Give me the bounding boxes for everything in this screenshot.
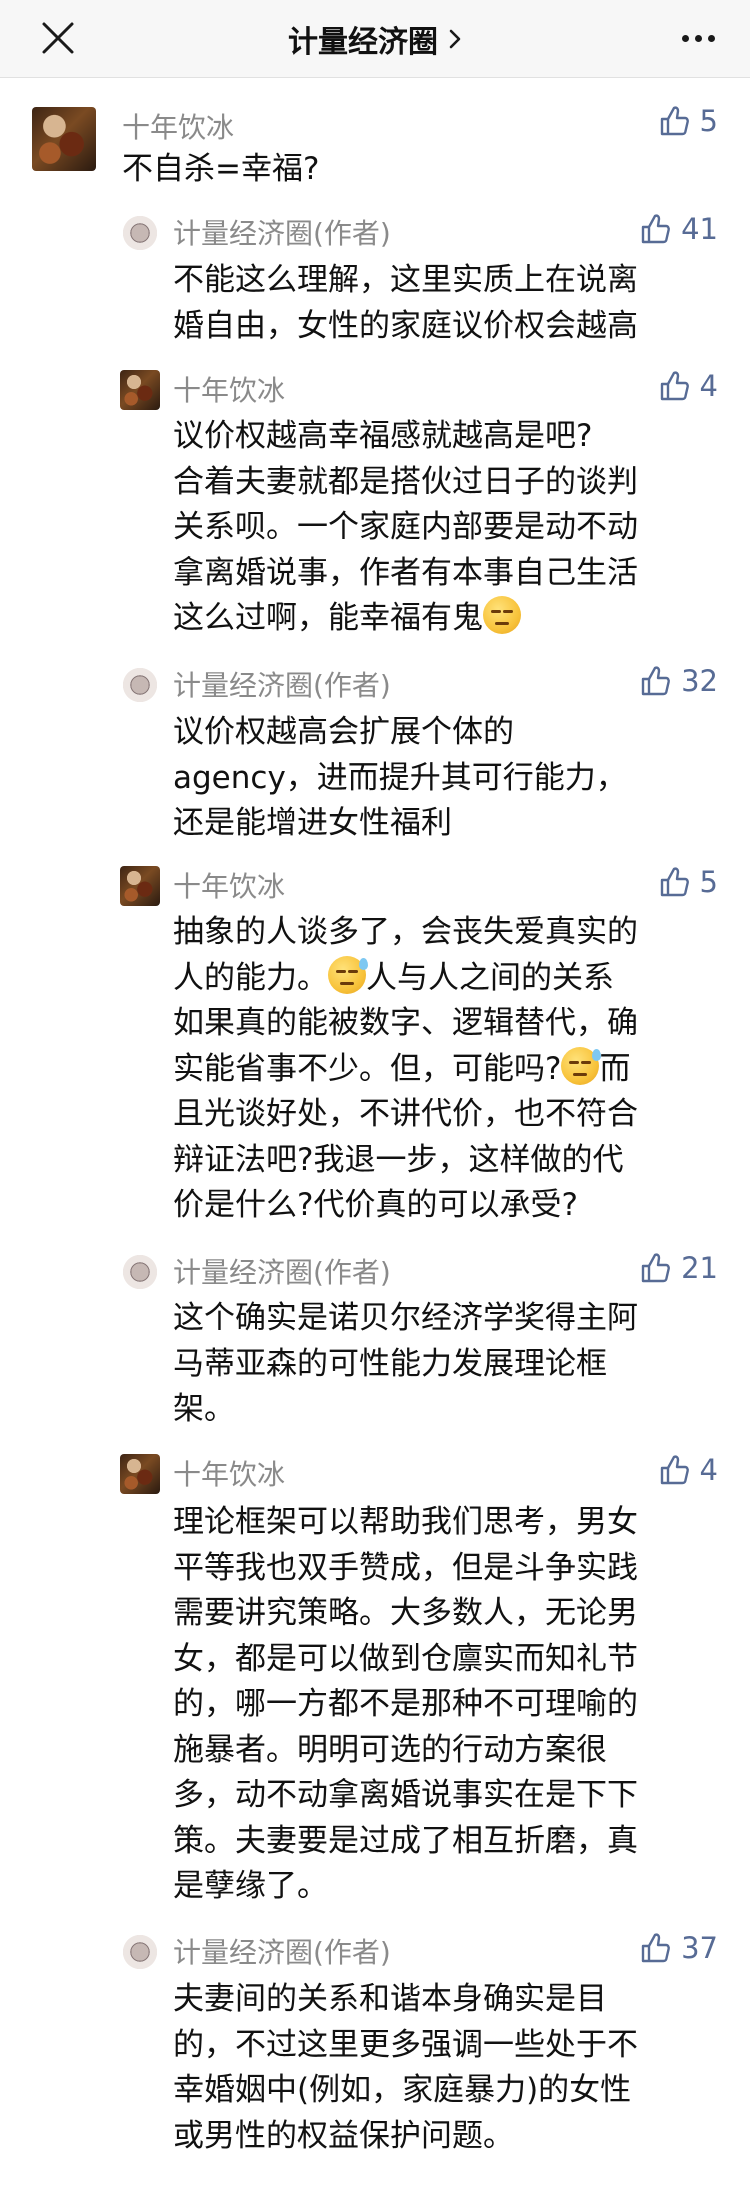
reply-author-name[interactable]: 十年饮冰 [173,865,285,905]
like-count: 4 [699,369,718,403]
like-button[interactable]: 21 [639,1251,718,1285]
thumbs-up-icon [660,867,689,897]
text-line: 抽象的人谈多了，会丧失爱真实的 [173,914,638,950]
like-count: 5 [699,104,718,138]
text-line: 关系呗。一个家庭内部要是动不动 [173,509,638,545]
close-icon [42,22,74,54]
thumbs-up-icon [641,666,670,696]
like-button[interactable]: 5 [658,104,718,138]
top-nav-bar: 计量经济圈 [0,0,750,78]
avatar[interactable] [120,1454,160,1494]
text-line: 策。夫妻要是过成了相互折磨，真 [173,1822,638,1859]
like-count: 41 [681,212,718,246]
more-button[interactable] [670,14,726,62]
thumbs-up-icon [641,214,670,244]
comment-author-name[interactable]: 十年饮冰 [122,106,234,146]
thumbs-up-icon [660,1455,689,1485]
like-button[interactable]: 5 [658,865,718,899]
more-dots-icon [679,34,718,42]
like-count: 5 [699,865,718,899]
text-line: 人与人之间的关系 [366,959,614,996]
avatar[interactable] [120,1252,160,1292]
page-title: 计量经济圈 [288,25,438,60]
reply-author-name[interactable]: 十年饮冰 [173,1453,285,1493]
reply-text: 抽象的人谈多了，会丧失爱真实的 人的能力。 人与人之间的关系 如果真的能被数字、逻… [173,910,638,1229]
reply-author-name[interactable]: 计量经济圈(作者) [173,664,391,704]
text-line: 价是什么?代价真的可以承受? [173,1187,578,1223]
text-line: 幸婚姻中(例如，家庭暴力)的女性 [173,2072,632,2108]
reply-author-name[interactable]: 计量经济圈(作者) [173,1931,391,1971]
reply-text: 这个确实是诺贝尔经济学奖得主阿 马蒂亚森的可性能力发展理论框 架。 [173,1296,638,1433]
like-button[interactable]: 4 [658,1453,718,1487]
text-line: 这个确实是诺贝尔经济学奖得主阿 [173,1300,638,1336]
avatar[interactable] [120,866,160,906]
comment-text: 不自杀=幸福? [122,151,320,187]
close-button[interactable] [34,14,82,62]
text-line: 这么过啊，能幸福有鬼 [173,600,483,636]
like-count: 21 [681,1251,718,1285]
reply-text: 理论框架可以帮助我们思考，男女 平等我也双手赞成，但是斗争实践 需要讲究策略。大… [173,1500,638,1910]
reply-text: 议价权越高幸福感就越高是吧? 合着夫妻就都是搭伙过日子的谈判 关系呗。一个家庭内… [173,414,638,642]
reply-text: 不能这么理解，这里实质上在说离 婚自由，女性的家庭议价权会越高 [173,258,638,349]
avatar[interactable] [32,107,96,171]
text-line: 婚自由，女性的家庭议价权会越高 [173,307,638,344]
chevron-right-icon [448,28,462,50]
text-line: 马蒂亚森的可性能力发展理论框 [173,1345,607,1382]
text-line: 人的能力。 [173,959,328,996]
text-line: 架。 [173,1391,235,1427]
text-line: 的，不过这里更多强调一些处于不 [173,2026,638,2063]
avatar[interactable] [120,370,160,410]
reply-author-name[interactable]: 计量经济圈(作者) [173,1251,391,1291]
thumbs-up-icon [660,371,689,401]
like-button[interactable]: 41 [639,212,718,246]
thumbs-up-icon [641,1933,670,1963]
like-button[interactable]: 37 [639,1931,718,1965]
text-line: 而 [599,1050,631,1087]
reply-text: 夫妻间的关系和谐本身确实是目 的，不过这里更多强调一些处于不 幸婚姻中(例如，家… [173,1977,638,2159]
reply-author-name[interactable]: 计量经济圈(作者) [173,212,391,252]
avatar[interactable] [120,665,160,705]
thumbs-up-icon [641,1253,670,1283]
avatar[interactable] [120,213,160,253]
like-count: 32 [681,664,718,698]
text-line: 不能这么理解，这里实质上在说离 [173,262,638,298]
text-line: 多，动不动拿离婚说事实在是下下 [173,1777,638,1813]
sweat-emoji-icon [561,1046,602,1085]
text-line: 或男性的权益保护问题。 [173,2117,514,2154]
text-line: 如果真的能被数字、逻辑替代，确 [173,1005,638,1041]
reply-text: 议价权越高会扩展个体的 agency，进而提升其可行能力， 还是能增进女性福利 [173,710,627,847]
sweat-emoji-icon [328,955,368,994]
text-line: 合着夫妻就都是搭伙过日子的谈判 [173,463,638,500]
text-line: 夫妻间的关系和谐本身确实是目 [173,1981,607,2017]
text-line: 议价权越高会扩展个体的 [173,714,514,750]
text-line: agency，进而提升其可行能力， [173,759,627,796]
text-line: 且光谈好处，不讲代价，也不符合 [173,1096,638,1132]
text-line: 平等我也双手赞成，但是斗争实践 [173,1549,638,1586]
text-line: 议价权越高幸福感就越高是吧? [173,418,593,454]
text-line: 女，都是可以做到仓廪实而知礼节 [173,1640,638,1677]
account-title-link[interactable]: 计量经济圈 [175,0,575,78]
avatar[interactable] [120,1932,160,1972]
unamused-emoji-icon [483,596,521,634]
text-line: 实能省事不少。但，可能吗? [173,1050,562,1087]
text-line: 的，哪一方都不是那种不可理喻的 [173,1686,638,1722]
like-count: 4 [699,1453,718,1487]
text-line: 理论框架可以帮助我们思考，男女 [173,1504,638,1540]
text-line: 辩证法吧?我退一步，这样做的代 [173,1141,624,1178]
text-line: 还是能增进女性福利 [173,805,452,841]
like-count: 37 [681,1931,718,1965]
like-button[interactable]: 4 [658,369,718,403]
like-button[interactable]: 32 [639,664,718,698]
text-line: 施暴者。明明可选的行动方案很 [173,1731,607,1768]
text-line: 需要讲究策略。大多数人，无论男 [173,1595,638,1631]
reply-author-name[interactable]: 十年饮冰 [173,369,285,409]
text-line: 是孽缘了。 [173,1868,328,1904]
thumbs-up-icon [660,106,689,136]
text-line: 拿离婚说事，作者有本事自己生活 [173,554,638,591]
